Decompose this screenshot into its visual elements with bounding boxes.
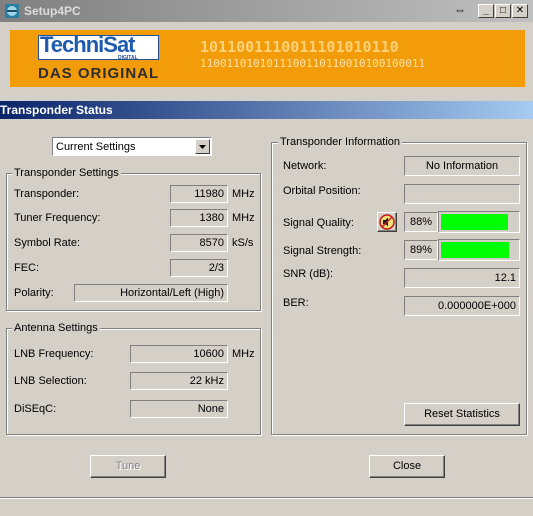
snr-field: 12.1	[404, 268, 520, 288]
window-title: Setup4PC	[24, 4, 81, 18]
close-window-button[interactable]: ✕	[512, 4, 528, 18]
restore-icon[interactable]: ⇔	[452, 4, 468, 18]
tune-button[interactable]: Tune	[90, 455, 166, 478]
signal-strength-bar-fill	[441, 242, 509, 258]
close-button[interactable]: Close	[369, 455, 445, 478]
logo-tagline: DAS ORIGINAL	[38, 65, 160, 82]
minimize-button[interactable]: _	[478, 4, 494, 18]
signal-strength-value: 89%	[404, 240, 438, 260]
transponder-label: Transponder:	[14, 188, 80, 200]
technisat-banner: 1011001110011101010110 11001101010111001…	[10, 30, 525, 87]
antenna-settings-title: Antenna Settings	[12, 322, 100, 334]
lnb-selection-field: 22 kHz	[130, 372, 228, 390]
title-bar[interactable]: Setup4PC ⇔ _ □ ✕	[0, 0, 533, 22]
lnb-frequency-field: 10600	[130, 345, 228, 363]
chevron-down-icon[interactable]	[195, 139, 210, 154]
lnb-frequency-label: LNB Frequency:	[14, 348, 94, 360]
polarity-label: Polarity:	[14, 287, 54, 299]
reset-statistics-button[interactable]: Reset Statistics	[404, 403, 520, 426]
symbol-rate-unit: kS/s	[232, 237, 254, 249]
diseqc-field: None	[130, 400, 228, 418]
polarity-field: Horizontal/Left (High)	[74, 284, 228, 302]
ber-field: 0.000000E+000	[404, 296, 520, 316]
ber-label: BER:	[283, 297, 309, 309]
signal-quality-label: Signal Quality:	[283, 217, 354, 229]
signal-strength-label: Signal Strength:	[283, 245, 362, 257]
transponder-settings-title: Transponder Settings	[12, 167, 121, 179]
tuner-frequency-field: 1380	[170, 209, 228, 227]
orbital-position-field	[404, 184, 520, 204]
symbol-rate-field: 8570	[170, 234, 228, 252]
banner-binary-pattern-2: 1100110101011100110110010100100011	[200, 57, 426, 70]
section-header: Transponder Status	[0, 101, 533, 119]
symbol-rate-label: Symbol Rate:	[14, 237, 81, 249]
snr-label: SNR (dB):	[283, 268, 334, 280]
section-title: Transponder Status	[0, 103, 113, 117]
tuner-frequency-unit: MHz	[232, 212, 255, 224]
lnb-frequency-unit: MHz	[232, 348, 255, 360]
tuner-frequency-label: Tuner Frequency:	[14, 212, 101, 224]
settings-select-value: Current Settings	[56, 141, 136, 153]
signal-quality-value: 88%	[404, 212, 438, 232]
status-bar	[0, 497, 533, 516]
settings-select[interactable]: Current Settings	[52, 137, 212, 156]
lnb-selection-label: LNB Selection:	[14, 375, 87, 387]
signal-quality-bar	[438, 211, 520, 233]
logo-digital-label: DIGITAL	[118, 55, 138, 61]
transponder-information-title: Transponder Information	[278, 136, 403, 148]
fec-label: FEC:	[14, 262, 40, 274]
network-field: No Information	[404, 156, 520, 176]
maximize-button[interactable]: □	[495, 4, 511, 18]
speaker-mute-icon[interactable]	[377, 212, 397, 232]
banner-binary-pattern: 1011001110011101010110	[200, 38, 399, 56]
app-icon	[4, 3, 20, 19]
diseqc-label: DiSEqC:	[14, 403, 57, 415]
network-label: Network:	[283, 160, 327, 172]
fec-field: 2/3	[170, 259, 228, 277]
signal-quality-bar-fill	[441, 214, 508, 230]
technisat-logo: TechniSat	[40, 32, 136, 57]
signal-strength-bar	[438, 239, 520, 261]
transponder-field: 11980	[170, 185, 228, 203]
orbital-position-label: Orbital Position:	[283, 185, 361, 197]
transponder-unit: MHz	[232, 188, 255, 200]
